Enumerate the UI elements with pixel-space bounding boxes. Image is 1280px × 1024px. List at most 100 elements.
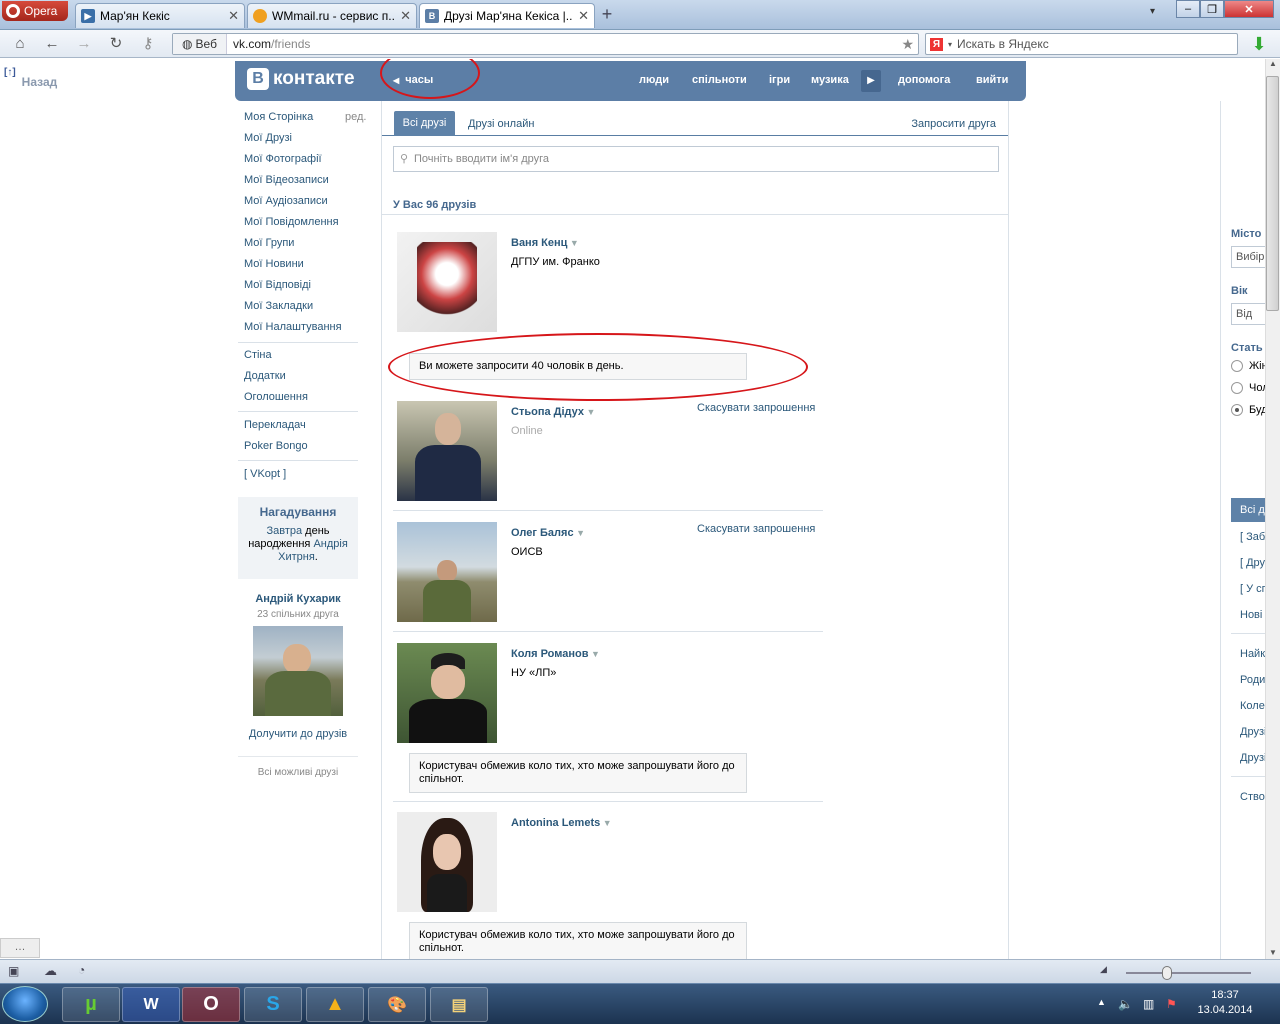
suggested-friend-name[interactable]: Андрій Кухарик: [238, 593, 358, 605]
yandex-search-field[interactable]: Я ▾ Искать в Яндекс: [925, 33, 1238, 55]
windows-start-icon[interactable]: [2, 986, 48, 1022]
friend-search-input[interactable]: ⚲ Почніть вводити ім'я друга: [393, 146, 999, 172]
action-center-icon[interactable]: ⚑: [1166, 997, 1177, 1011]
list-relatives[interactable]: Родичі: [1240, 674, 1265, 686]
cloud-icon[interactable]: ☁: [44, 963, 57, 979]
taskbar-clock[interactable]: 18:37 13.04.2014: [1185, 988, 1265, 1018]
list-university-friends[interactable]: Друзі по ВНЗ: [1240, 726, 1265, 738]
volume-icon[interactable]: 🔈: [1118, 997, 1133, 1011]
panel-toggle-icon[interactable]: …: [0, 938, 40, 958]
key-icon[interactable]: ⚷: [138, 34, 158, 54]
back-arrow-icon[interactable]: ←: [42, 34, 62, 54]
panel-icon[interactable]: ▣: [8, 964, 19, 978]
vk-logo[interactable]: В контакте: [247, 68, 355, 90]
zoom-out-icon[interactable]: ◢: [1100, 964, 1107, 975]
web-badge[interactable]: ◍ Веб: [173, 34, 227, 54]
opera-menu-button[interactable]: Opera: [2, 1, 68, 21]
menu-my-audio[interactable]: Мої Аудіозаписи: [244, 195, 328, 207]
reload-icon[interactable]: ↻: [106, 34, 126, 54]
city-select[interactable]: Вибір міста▼: [1231, 246, 1265, 268]
friend-name[interactable]: Ваня Кенц ▼: [511, 237, 579, 249]
dropdown-triangle-icon[interactable]: ▼: [589, 649, 600, 659]
sex-radio-any[interactable]: Будь-яка: [1231, 404, 1265, 416]
dropdown-triangle-icon[interactable]: ▼: [574, 528, 585, 538]
add-to-friends-link[interactable]: Долучити до друзів: [238, 728, 358, 740]
tab-list-chevron-icon[interactable]: ▾: [1150, 6, 1155, 17]
browser-tab-active[interactable]: В Друзі Мар'яна Кекіса |... ✕: [419, 3, 595, 28]
menu-my-groups[interactable]: Мої Групи: [244, 237, 294, 249]
music-play-icon[interactable]: ▶: [861, 70, 881, 92]
maximize-window-icon[interactable]: ❐: [1200, 0, 1224, 18]
forward-arrow-icon[interactable]: →: [74, 34, 94, 54]
cancel-invite-link[interactable]: Скасувати запрошення: [697, 402, 815, 414]
friend-avatar[interactable]: [397, 522, 497, 622]
menu-my-friends[interactable]: Мої Друзі: [244, 132, 292, 144]
zoom-slider-knob[interactable]: [1162, 966, 1172, 980]
list-school-friends[interactable]: Друзі по школі: [1240, 752, 1265, 764]
back-link[interactable]: [↑] Назад: [4, 67, 57, 89]
dropdown-triangle-icon[interactable]: ▼: [567, 238, 579, 248]
suggested-friend-avatar[interactable]: [253, 626, 343, 716]
tab-all-friends[interactable]: Всі друзі: [394, 111, 455, 136]
speed-dial-icon[interactable]: ◔: [78, 963, 85, 977]
menu-my-news[interactable]: Мої Новини: [244, 258, 304, 270]
scroll-up-icon[interactable]: ▲: [1266, 59, 1280, 68]
dropdown-triangle-icon[interactable]: ▼: [600, 818, 612, 828]
friend-name[interactable]: Antonina Lemets ▼: [511, 817, 612, 829]
minimize-window-icon[interactable]: –: [1176, 0, 1200, 18]
sex-radio-male[interactable]: Чоловіча: [1231, 382, 1265, 394]
skype-icon[interactable]: S: [244, 987, 302, 1022]
friend-avatar[interactable]: [397, 812, 497, 912]
scrollbar-thumb[interactable]: [1266, 76, 1279, 311]
reminder-tomorrow-link[interactable]: Завтра: [266, 525, 302, 537]
nav-communities[interactable]: спільноти: [692, 74, 747, 86]
friend-name[interactable]: Коля Романов ▼: [511, 648, 600, 660]
menu-my-page[interactable]: Моя Сторінка: [244, 111, 313, 123]
search-engine-dropdown-icon[interactable]: ▾: [948, 40, 952, 49]
aimp-icon[interactable]: ▲: [306, 987, 364, 1022]
opera-taskbar-icon[interactable]: O: [182, 987, 240, 1022]
friend-name[interactable]: Стьопа Дідух ▼: [511, 406, 595, 418]
list-colleagues[interactable]: Колеги: [1240, 700, 1265, 712]
nav-people[interactable]: люди: [639, 74, 669, 86]
tray-expand-icon[interactable]: ▲: [1097, 997, 1106, 1007]
edit-link[interactable]: ред.: [345, 111, 366, 123]
close-tab-icon[interactable]: ✕: [400, 8, 411, 24]
list-best-friends[interactable]: Найкращі друзі: [1240, 648, 1265, 660]
list-new-friends[interactable]: Нові друзі: [1240, 609, 1265, 621]
menu-my-bookmarks[interactable]: Мої Закладки: [244, 300, 313, 312]
menu-my-settings[interactable]: Мої Налаштування: [244, 321, 342, 333]
close-window-icon[interactable]: ✕: [1224, 0, 1274, 18]
explorer-folder-icon[interactable]: ▤: [430, 987, 488, 1022]
nav-games[interactable]: ігри: [769, 74, 790, 86]
list-blocked[interactable]: [ Заблоковані ]: [1240, 531, 1265, 543]
word-icon[interactable]: W: [122, 987, 180, 1022]
create-list-link[interactable]: Створити список: [1240, 791, 1265, 803]
friend-name[interactable]: Олег Баляс ▼: [511, 527, 585, 539]
friend-avatar[interactable]: [397, 643, 497, 743]
dropdown-triangle-icon[interactable]: ▼: [584, 407, 596, 417]
sex-radio-female[interactable]: Жіноча: [1231, 360, 1265, 372]
list-by-sex[interactable]: [ У списки за статтю ]: [1240, 583, 1265, 595]
url-field[interactable]: ◍ Веб vk.com/friends ★: [172, 33, 919, 55]
menu-my-messages[interactable]: Мої Повідомлення: [244, 216, 339, 228]
menu-wall[interactable]: Стіна: [244, 349, 272, 361]
menu-apps[interactable]: Додатки: [244, 370, 286, 382]
close-tab-icon[interactable]: ✕: [578, 8, 589, 24]
age-from-select[interactable]: Від▼: [1231, 303, 1265, 325]
friend-avatar[interactable]: [397, 401, 497, 501]
invite-friend-link[interactable]: Запросити друга: [911, 118, 996, 130]
list-outside-lists[interactable]: [ Друзі поза списками ]: [1240, 557, 1265, 569]
bookmark-star-icon[interactable]: ★: [901, 36, 914, 53]
scroll-down-icon[interactable]: ▼: [1266, 948, 1280, 957]
download-arrow-icon[interactable]: ⬇: [1249, 34, 1269, 54]
browser-tab[interactable]: WMmail.ru - сервис п... ✕: [247, 3, 417, 28]
menu-ads[interactable]: Оголошення: [244, 391, 308, 403]
list-all-friends[interactable]: Всі друзі: [1231, 498, 1265, 522]
menu-translator[interactable]: Перекладач: [244, 419, 306, 431]
zoom-slider-track[interactable]: [1126, 972, 1251, 974]
nav-help[interactable]: допомога: [898, 74, 950, 86]
network-icon[interactable]: ▥: [1143, 997, 1154, 1011]
menu-poker-bongo[interactable]: Poker Bongo: [244, 440, 308, 452]
paint-icon[interactable]: 🎨: [368, 987, 426, 1022]
